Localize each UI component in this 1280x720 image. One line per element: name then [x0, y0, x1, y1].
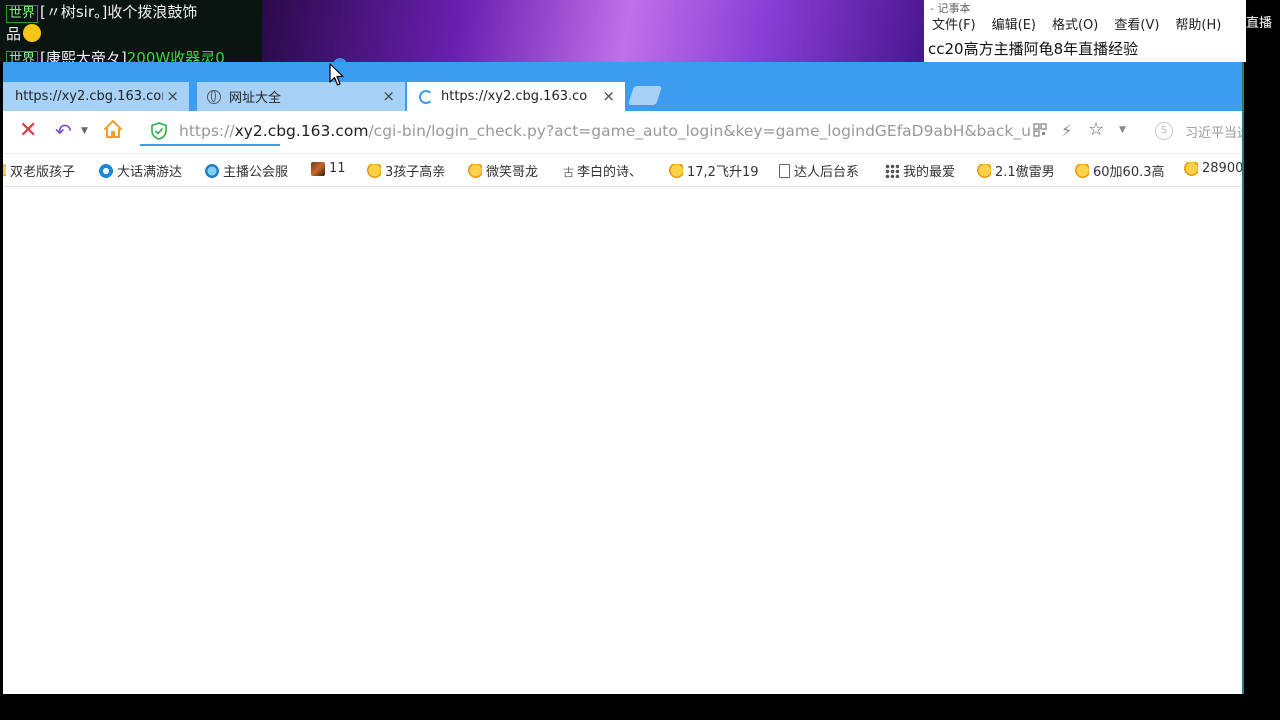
- bookmark-item[interactable]: 大话满游达: [99, 161, 182, 180]
- mouse-cursor-icon: [329, 63, 344, 86]
- notepad-menu-file[interactable]: 文件(F): [924, 14, 984, 33]
- loading-spinner-icon: [419, 89, 433, 104]
- chevron-down-icon[interactable]: ▼: [1119, 125, 1126, 135]
- bookmark-label: 28900: [1202, 161, 1242, 176]
- notepad-menu-edit[interactable]: 编辑(E): [984, 14, 1044, 33]
- close-icon[interactable]: ×: [166, 87, 179, 105]
- game-chat-panel: 世界 [〃树sir。]收个拨浪鼓饰 品 世界 [康熙大帝々]200W收器灵0: [0, 0, 262, 62]
- bookmark-item[interactable]: 17,2飞升19: [669, 161, 759, 180]
- home-icon[interactable]: [103, 119, 123, 139]
- page-content-blank[interactable]: [3, 187, 1242, 694]
- bookmark-label: 李白的诗、: [577, 165, 643, 180]
- globe-icon: [207, 89, 221, 104]
- text-icon: 古: [563, 165, 574, 179]
- bookmarks-bar: 双老版孩子 大话满游达 主播公会服 11 3孩子高亲 微笑哥龙 古 李白的诗、: [3, 154, 1242, 187]
- url-domain: xy2.cbg.163.com: [234, 122, 369, 140]
- new-tab-button[interactable]: [627, 86, 663, 105]
- chat-channel-tag: 世界: [6, 5, 39, 23]
- chat-message-cont: 品: [6, 24, 42, 44]
- bookmark-label: 达人后台系: [794, 165, 860, 180]
- apps-grid-icon: [885, 163, 899, 178]
- chick-icon: [1184, 161, 1198, 176]
- notepad-menu-view[interactable]: 查看(V): [1106, 14, 1167, 33]
- chat-text: [康熙大帝々]: [40, 49, 127, 62]
- bookmark-item[interactable]: 60加60.3高: [1075, 161, 1165, 180]
- bookmark-label: 2.1傲雷男: [995, 165, 1055, 180]
- chick-icon: [977, 163, 991, 178]
- bookmark-label: 60加60.3高: [1093, 165, 1165, 180]
- tab-cbg-1[interactable]: https://xy2.cbg.163.com ×: [3, 82, 189, 111]
- chat-message: 世界 [〃树sir。]收个拨浪鼓饰: [6, 2, 197, 23]
- star-icon[interactable]: ☆: [1088, 119, 1104, 140]
- bookmark-item[interactable]: 双老版孩子: [3, 161, 75, 180]
- search-input[interactable]: 习近平当选: [1185, 122, 1242, 141]
- notepad-menu-format[interactable]: 格式(O): [1044, 14, 1106, 33]
- close-icon[interactable]: ×: [602, 87, 615, 105]
- bookmark-item[interactable]: 2.1傲雷男: [977, 161, 1055, 180]
- document-icon: [779, 163, 790, 178]
- tab-title: https://xy2.cbg.163.com: [15, 89, 163, 104]
- lightning-icon[interactable]: ⚡: [1061, 121, 1072, 140]
- browser-window: https://xy2.cbg.163.com × 网址大全 × https:/…: [3, 62, 1242, 694]
- chevron-down-icon[interactable]: ▼: [81, 126, 88, 136]
- shield-icon[interactable]: [151, 122, 167, 140]
- bookmark-item[interactable]: 28900: [1184, 161, 1242, 176]
- chat-text: [〃树sir。]收个拨浪鼓饰: [40, 3, 198, 21]
- bookmark-label: 我的最爱: [903, 165, 956, 180]
- stop-icon[interactable]: ✕: [19, 120, 37, 142]
- notepad-menu-bar: 文件(F) 编辑(E) 格式(O) 查看(V) 帮助(H): [924, 14, 1229, 33]
- bookmark-label: 11: [329, 161, 346, 176]
- chick-icon: [669, 163, 683, 178]
- chat-text: 品: [6, 25, 22, 43]
- close-icon[interactable]: ×: [382, 87, 395, 105]
- notepad-window: - 记事本 文件(F) 编辑(E) 格式(O) 查看(V) 帮助(H) cc20…: [924, 0, 1246, 62]
- qr-code-icon[interactable]: [1033, 123, 1047, 137]
- bookmark-item[interactable]: 主播公会服: [205, 161, 288, 180]
- emoji-icon: [23, 24, 42, 42]
- url-scheme: https://: [179, 122, 235, 140]
- bookmark-item[interactable]: 古 李白的诗、: [563, 161, 642, 180]
- bookmark-label: 微笑哥龙: [486, 165, 539, 180]
- undo-icon[interactable]: ↶: [55, 120, 72, 142]
- stream-label: 直播: [1246, 16, 1273, 31]
- bookmark-item[interactable]: 微笑哥龙: [468, 161, 538, 180]
- desktop-wallpaper: [262, 0, 924, 62]
- tab-url-directory[interactable]: 网址大全 ×: [197, 82, 405, 111]
- window-border: [1242, 62, 1244, 694]
- chat-highlight-text: 200W收器灵0: [126, 49, 225, 62]
- image-icon: [311, 161, 325, 176]
- chick-icon: [1075, 163, 1089, 178]
- address-bar: ✕ ↶ ▼ https://xy2.cbg.163.com/cgi-bin/lo…: [3, 111, 1242, 154]
- chat-message: 世界 [康熙大帝々]200W收器灵0: [6, 48, 225, 62]
- tab-cbg-active[interactable]: https://xy2.cbg.163.com ×: [407, 82, 625, 111]
- bookmark-label: 3孩子高亲: [385, 165, 446, 180]
- bookmark-item[interactable]: 达人后台系: [779, 161, 859, 180]
- tab-title: 网址大全: [229, 91, 282, 106]
- bookmark-label: 主播公会服: [223, 165, 289, 180]
- url-path: /cgi-bin/login_check.py?act=game_auto_lo…: [368, 122, 1031, 140]
- tab-title: https://xy2.cbg.163.com: [441, 89, 587, 104]
- chat-channel-tag: 世界: [6, 51, 39, 62]
- tab-strip: https://xy2.cbg.163.com × 网址大全 × https:/…: [3, 62, 1242, 111]
- loading-progress-bar: [140, 144, 280, 146]
- chick-icon: [367, 163, 381, 178]
- bookmark-item[interactable]: 我的最爱: [885, 161, 955, 180]
- e-browser-icon: [99, 163, 113, 178]
- notepad-text[interactable]: cc20高方主播阿龟8年直播经验: [928, 38, 1138, 59]
- search-engine-icon[interactable]: S: [1155, 122, 1173, 140]
- bookmark-item[interactable]: 3孩子高亲: [367, 161, 445, 180]
- chick-icon: [3, 163, 6, 178]
- bookmark-item[interactable]: 11: [311, 161, 346, 176]
- bookmark-label: 双老版孩子: [10, 165, 76, 180]
- ie-icon: [205, 163, 219, 178]
- url-input[interactable]: https://xy2.cbg.163.com/cgi-bin/login_ch…: [179, 120, 1031, 142]
- chick-icon: [468, 163, 482, 178]
- bookmark-label: 17,2飞升19: [687, 165, 759, 180]
- bookmark-label: 大话满游达: [117, 165, 183, 180]
- notepad-menu-help[interactable]: 帮助(H): [1167, 14, 1229, 33]
